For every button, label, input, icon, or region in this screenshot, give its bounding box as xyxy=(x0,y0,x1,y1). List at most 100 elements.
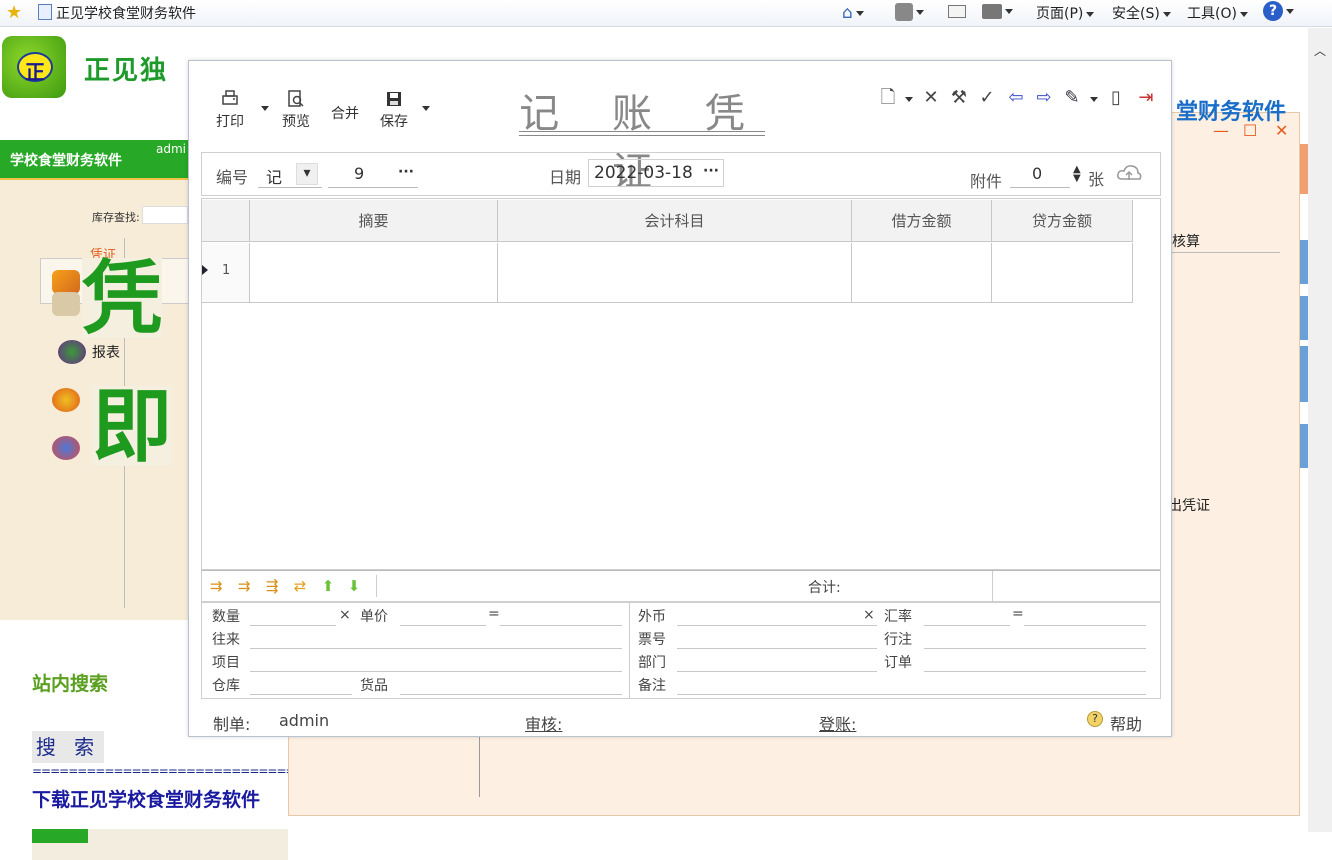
goods-field[interactable] xyxy=(400,694,622,695)
ticket-field[interactable] xyxy=(677,648,877,649)
rss-icon[interactable] xyxy=(895,3,924,21)
column-summary: 摘要 xyxy=(250,200,498,242)
attachment-icon[interactable]: ▯ xyxy=(1105,87,1127,109)
cell-account[interactable] xyxy=(498,243,852,303)
upload-cloud-icon[interactable] xyxy=(1116,163,1142,187)
append-row-icon[interactable]: ⇶ xyxy=(262,577,282,595)
site-search-button[interactable]: 搜 索 xyxy=(32,731,104,763)
preview-button[interactable]: 预览 xyxy=(279,89,313,131)
tools-menu[interactable]: 工具(O) xyxy=(1187,3,1248,23)
tools-icon[interactable]: ⚒ xyxy=(948,87,970,109)
maker-label: 制单: xyxy=(213,715,251,734)
currency-field[interactable] xyxy=(677,625,877,626)
cell-debit[interactable] xyxy=(852,243,992,303)
qty-label: 数量 xyxy=(212,609,240,625)
settings-wrench-icon[interactable]: ✎ xyxy=(1061,87,1083,109)
right-voucher: 出凭证 xyxy=(1168,498,1210,514)
print-icon[interactable] xyxy=(982,3,1013,19)
swap-rows-icon[interactable]: ⇄ xyxy=(290,577,310,595)
save-button[interactable]: 保存 xyxy=(377,89,411,131)
divider-text: ========================================… xyxy=(32,764,288,778)
save-dropdown-icon[interactable] xyxy=(422,106,430,111)
nav-item-report[interactable]: 报表 xyxy=(92,342,120,362)
rate-eq: = xyxy=(1012,606,1024,622)
price-label: 单价 xyxy=(360,609,388,625)
check-icon[interactable]: ✓ xyxy=(976,87,998,109)
left-header-title: 学校食堂财务软件 xyxy=(10,153,122,169)
number-field[interactable]: 9 xyxy=(354,164,364,183)
help-icon[interactable]: ? xyxy=(1263,1,1294,21)
right-color-strip xyxy=(1300,346,1308,402)
total-label: 合计: xyxy=(808,580,841,596)
row-index: 1 xyxy=(222,263,231,278)
print-button[interactable]: 打印 xyxy=(213,89,247,131)
exit-icon[interactable]: ⇥ xyxy=(1135,87,1157,109)
tab-title[interactable]: 正见学校食堂财务软件 xyxy=(56,3,196,23)
row-header[interactable]: 1 xyxy=(202,243,250,303)
move-down-icon[interactable]: ⬇ xyxy=(344,577,364,595)
currency-label: 外币 xyxy=(638,609,666,625)
project-field[interactable] xyxy=(250,671,622,672)
number-type-dropdown[interactable]: ▾ xyxy=(296,163,318,185)
download-link[interactable]: 下载正见学校食堂财务软件 xyxy=(32,785,260,812)
audit-label[interactable]: 审核: xyxy=(525,711,562,735)
price-field[interactable] xyxy=(400,625,486,626)
rate-field[interactable] xyxy=(924,625,1010,626)
settings-icon xyxy=(52,388,80,412)
number-label: 编号 xyxy=(216,168,249,187)
entry-grid: 摘要 会计科目 借方金额 贷方金额 1 xyxy=(201,198,1161,570)
qty-field[interactable] xyxy=(250,625,336,626)
printer-icon xyxy=(220,89,240,109)
settings-dropdown-icon[interactable] xyxy=(1090,97,1098,102)
move-up-icon[interactable]: ⬆ xyxy=(318,577,338,595)
new-dropdown-icon[interactable] xyxy=(905,97,913,102)
maker-value: admin xyxy=(279,711,330,730)
add-row-icon[interactable]: ⇉ xyxy=(234,577,254,595)
remark-field[interactable] xyxy=(677,694,1146,695)
note-line-field[interactable] xyxy=(924,648,1146,649)
partner-label: 往来 xyxy=(212,632,240,648)
dept-label: 部门 xyxy=(638,655,666,671)
grid-corner xyxy=(202,200,250,242)
prev-arrow-icon[interactable]: ⇦ xyxy=(1005,87,1027,109)
amount-field[interactable] xyxy=(500,625,622,626)
scroll-up-icon[interactable]: ︿ xyxy=(1314,42,1326,59)
cell-summary[interactable] xyxy=(250,243,498,303)
page-menu[interactable]: 页面(P) xyxy=(1036,3,1095,23)
dept-field[interactable] xyxy=(677,671,877,672)
stock-search-input[interactable] xyxy=(142,206,188,224)
new-document-icon[interactable]: 🗋 xyxy=(877,87,899,109)
warehouse-field[interactable] xyxy=(250,694,352,695)
attachment-count[interactable]: 0 xyxy=(1032,164,1042,183)
help-button[interactable]: 帮助 xyxy=(1110,711,1142,735)
cell-credit[interactable] xyxy=(992,243,1133,303)
safety-menu[interactable]: 安全(S) xyxy=(1112,3,1171,23)
print-dropdown-icon[interactable] xyxy=(261,106,269,111)
mail-icon[interactable] xyxy=(948,3,966,19)
help-bulb-icon: ? xyxy=(1087,711,1103,727)
voucher-header: 编号 记 ▾ 9 ··· 日期 2022-03-18 ··· 附件 0 ▲ ▼ 张 xyxy=(201,152,1161,196)
converted-field[interactable] xyxy=(1024,625,1146,626)
right-hline xyxy=(1168,252,1280,253)
right-hesuan: 核算 xyxy=(1172,234,1200,250)
voucher-dialog: 打印 预览 合并 保存 记 账 凭 证 🗋 ✕ ⚒ ✓ ⇦ ⇨ ✎ ▯ ⇥ 编号… xyxy=(188,60,1172,737)
browser-command-bar: ★ 正见学校食堂财务软件 ⌂ 页面(P) 安全(S) 工具(O) ? xyxy=(0,0,1332,27)
home-icon[interactable]: ⌂ xyxy=(842,3,864,23)
merge-button[interactable]: 合并 xyxy=(328,103,362,123)
number-picker-button[interactable]: ··· xyxy=(395,163,417,185)
favorites-star-icon[interactable]: ★ xyxy=(6,2,22,23)
right-color-strip xyxy=(1300,240,1308,284)
order-field[interactable] xyxy=(924,671,1146,672)
partner-field[interactable] xyxy=(250,648,622,649)
post-label[interactable]: 登账: xyxy=(819,711,856,735)
warehouse-label: 仓库 xyxy=(212,678,240,694)
site-brand: 正见独 xyxy=(84,56,169,86)
right-color-strip xyxy=(1300,424,1308,468)
delete-icon[interactable]: ✕ xyxy=(920,87,942,109)
page-scrollbar[interactable]: ︿ xyxy=(1308,28,1332,832)
stepper-icon[interactable]: ▲ ▼ xyxy=(1073,165,1081,184)
number-type-select[interactable]: 记 xyxy=(266,164,282,188)
floppy-icon xyxy=(384,89,404,109)
next-arrow-icon[interactable]: ⇨ xyxy=(1033,87,1055,109)
insert-row-icon[interactable]: ⇉ xyxy=(206,577,226,595)
